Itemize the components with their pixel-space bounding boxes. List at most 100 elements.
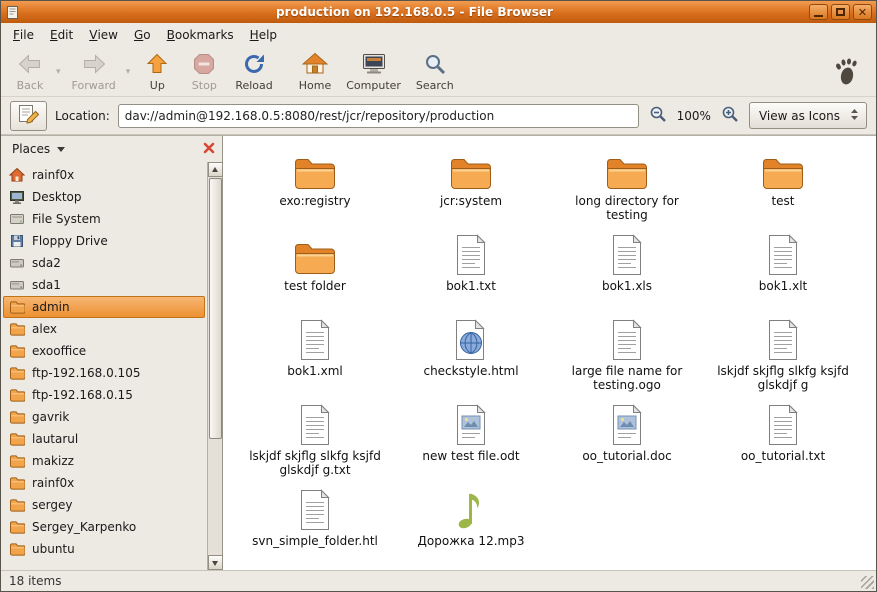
file-item[interactable]: svn_simple_folder.htl: [240, 484, 390, 548]
back-button[interactable]: Back: [7, 49, 53, 94]
desktop-icon: [9, 189, 25, 205]
close-icon: ✕: [858, 7, 867, 18]
drive-icon: [9, 277, 25, 293]
sidebar-scrollbar[interactable]: [207, 162, 222, 570]
sidebar-item-ubuntu[interactable]: ubuntu: [3, 538, 205, 560]
file-name: oo_tutorial.txt: [741, 449, 825, 463]
folder-icon: [293, 229, 337, 276]
scroll-up-button[interactable]: [208, 162, 223, 177]
computer-button[interactable]: Computer: [339, 49, 408, 94]
minimize-button[interactable]: [809, 4, 828, 20]
sidebar-item-sergey[interactable]: sergey: [3, 494, 205, 516]
sidebar-item-label: sda1: [32, 278, 61, 292]
file-item[interactable]: bok1.xlt: [708, 229, 858, 293]
file-item[interactable]: checkstyle.html: [396, 314, 546, 378]
up-arrow-icon: [145, 51, 169, 77]
sidebar-item-rainf0x[interactable]: rainf0x: [3, 164, 205, 186]
zoom-in-button[interactable]: [719, 104, 741, 128]
menu-edit[interactable]: Edit: [42, 23, 81, 47]
file-name: checkstyle.html: [423, 364, 518, 378]
maximize-button[interactable]: [831, 4, 850, 20]
home-button[interactable]: Home: [292, 49, 338, 94]
folder-icon: [605, 144, 649, 191]
file-item[interactable]: test folder: [240, 229, 390, 293]
file-item[interactable]: lskjdf skjflg slkfg ksjfd glskdjf g.txt: [240, 399, 390, 477]
menubar: FileEditViewGoBookmarksHelp: [1, 23, 876, 47]
file-item[interactable]: oo_tutorial.txt: [708, 399, 858, 463]
file-item[interactable]: Дорожка 12.mp3: [396, 484, 546, 548]
stop-button[interactable]: Stop: [181, 49, 227, 94]
home-icon: [9, 167, 25, 183]
places-menu-button[interactable]: Places: [6, 140, 71, 158]
reload-button[interactable]: Reload: [228, 49, 279, 94]
file-item[interactable]: jcr:system: [396, 144, 546, 208]
view-mode-select[interactable]: View as Icons: [749, 102, 867, 129]
sidebar-item-gavrik[interactable]: gavrik: [3, 406, 205, 428]
titlebar[interactable]: production on 192.168.0.5 - File Browser…: [1, 1, 876, 23]
file-item[interactable]: large file name for testing.ogo: [552, 314, 702, 392]
sidebar-close-button[interactable]: [201, 140, 217, 159]
window-controls: ✕: [809, 4, 872, 20]
menu-view[interactable]: View: [81, 23, 126, 47]
file-name: lskjdf skjflg slkfg ksjfd glskdjf g.txt: [248, 449, 382, 477]
sidebar-item-sergey-karpenko[interactable]: Sergey_Karpenko: [3, 516, 205, 538]
sidebar-item-floppy-drive[interactable]: Floppy Drive: [3, 230, 205, 252]
scrollbar-thumb[interactable]: [209, 178, 222, 439]
sidebar-item-rainf0x[interactable]: rainf0x: [3, 472, 205, 494]
menu-file[interactable]: File: [5, 23, 42, 47]
folder-icon: [9, 453, 25, 469]
file-item[interactable]: long directory for testing: [552, 144, 702, 222]
file-view[interactable]: exo:registry jcr:system long directory for…: [223, 136, 876, 570]
file-name: bok1.xls: [602, 279, 652, 293]
location-input[interactable]: [118, 104, 639, 128]
file-item[interactable]: bok1.xls: [552, 229, 702, 293]
zoom-out-button[interactable]: [647, 104, 669, 128]
file-item[interactable]: exo:registry: [240, 144, 390, 208]
file-item[interactable]: lskjdf skjflg slkfg ksjfd glskdjf g: [708, 314, 858, 392]
floppy-icon: [9, 233, 25, 249]
sidebar-item-label: alex: [32, 322, 57, 336]
sidebar-item-makizz[interactable]: makizz: [3, 450, 205, 472]
file-name: oo_tutorial.doc: [582, 449, 671, 463]
sidebar-item-label: File System: [32, 212, 101, 226]
file-item[interactable]: new test file.odt: [396, 399, 546, 463]
forward-button[interactable]: Forward: [65, 49, 123, 94]
filesystem-icon: [9, 211, 25, 227]
forward-history-dropdown[interactable]: ▾: [123, 67, 134, 77]
file-name: jcr:system: [440, 194, 502, 208]
sidebar-item-sda2[interactable]: sda2: [3, 252, 205, 274]
sidebar-item-admin[interactable]: admin: [3, 296, 205, 318]
resize-grip[interactable]: [861, 576, 874, 589]
sidebar-item-ftp-192-168-0-105[interactable]: ftp-192.168.0.105: [3, 362, 205, 384]
folder-icon: [9, 299, 25, 315]
scroll-down-button[interactable]: [208, 555, 223, 570]
sidebar-item-exooffice[interactable]: exooffice: [3, 340, 205, 362]
search-button[interactable]: Search: [409, 49, 461, 94]
sidebar-item-sda1[interactable]: sda1: [3, 274, 205, 296]
menu-bookmarks[interactable]: Bookmarks: [159, 23, 242, 47]
location-toggle-button[interactable]: [10, 101, 47, 131]
sidebar-item-label: admin: [32, 300, 70, 314]
file-item[interactable]: oo_tutorial.doc: [552, 399, 702, 463]
menu-help[interactable]: Help: [242, 23, 285, 47]
file-item[interactable]: bok1.xml: [240, 314, 390, 378]
folder-icon: [9, 387, 25, 403]
file-item[interactable]: test: [708, 144, 858, 208]
sidebar-item-label: exooffice: [32, 344, 86, 358]
sidebar-item-label: rainf0x: [32, 168, 74, 182]
sidebar-item-file-system[interactable]: File System: [3, 208, 205, 230]
back-history-dropdown[interactable]: ▾: [53, 67, 64, 77]
menu-go[interactable]: Go: [126, 23, 159, 47]
statusbar: 18 items: [1, 570, 876, 591]
file-name: long directory for testing: [560, 194, 694, 222]
file-item[interactable]: bok1.txt: [396, 229, 546, 293]
sidebar-header: Places: [1, 136, 222, 162]
sidebar-item-label: sergey: [32, 498, 72, 512]
up-button[interactable]: Up: [134, 49, 180, 94]
sidebar-item-label: Sergey_Karpenko: [32, 520, 136, 534]
sidebar-item-ftp-192-168-0-15[interactable]: ftp-192.168.0.15: [3, 384, 205, 406]
close-button[interactable]: ✕: [853, 4, 872, 20]
sidebar-item-alex[interactable]: alex: [3, 318, 205, 340]
sidebar-item-lautarul[interactable]: lautarul: [3, 428, 205, 450]
sidebar-item-desktop[interactable]: Desktop: [3, 186, 205, 208]
